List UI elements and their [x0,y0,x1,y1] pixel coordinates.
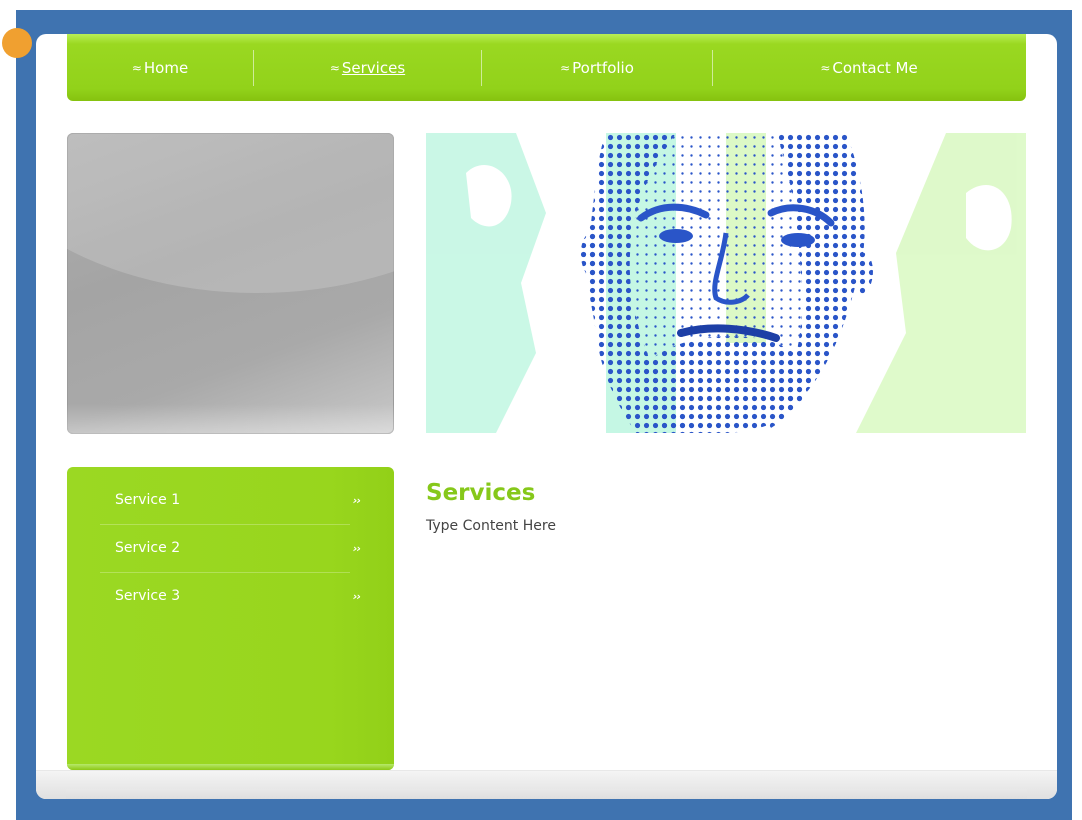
sidebar-item-label: Service 3 [115,588,181,604]
sidebar-item-label: Service 2 [115,540,181,556]
footer-bar [36,770,1057,799]
sidebar-item-service-3[interactable]: Service 3 ›› [100,573,361,620]
content-body: Type Content Here [426,518,556,534]
footer-strip [66,789,1027,799]
corner-accent [2,28,32,58]
sidebar-item-label: Service 1 [115,492,181,508]
nav-item-services[interactable]: ≈ Services [254,34,481,101]
header-portrait-image [426,133,1026,433]
gloss-bottom-highlight [67,404,394,434]
page-container: ≈ Home ≈ Services ≈ Portfolio ≈ Contact … [36,34,1057,799]
glossy-placeholder-box [67,133,394,434]
page-title: Services [426,480,536,506]
main-content: Services Type Content Here [426,480,1006,534]
main-nav: ≈ Home ≈ Services ≈ Portfolio ≈ Contact … [67,34,1026,101]
double-chevron-icon: ›› [352,494,361,507]
nav-item-portfolio[interactable]: ≈ Portfolio [482,34,712,101]
gloss-highlight [67,133,394,293]
double-chevron-icon: ›› [352,590,361,603]
nav-label-services: Services [341,58,406,77]
nav-item-home[interactable]: ≈ Home [67,34,253,101]
nav-label-contact: Contact Me [832,58,918,77]
wave-icon: ≈ [560,60,571,75]
sidebar-list: Service 1 ›› Service 2 ›› Service 3 ›› [100,477,361,620]
sidebar-item-service-1[interactable]: Service 1 ›› [100,477,361,525]
nav-label-home: Home [143,58,189,77]
nav-label-portfolio: Portfolio [572,58,634,77]
wave-icon: ≈ [820,60,831,75]
sidebar-item-service-2[interactable]: Service 2 ›› [100,525,361,573]
wave-icon: ≈ [329,60,340,75]
halftone-portrait-graphic [426,133,1026,433]
services-sidebar: Service 1 ›› Service 2 ›› Service 3 ›› [67,467,394,770]
nav-item-contact[interactable]: ≈ Contact Me [713,34,1025,101]
wave-icon: ≈ [131,60,142,75]
double-chevron-icon: ›› [352,542,361,555]
